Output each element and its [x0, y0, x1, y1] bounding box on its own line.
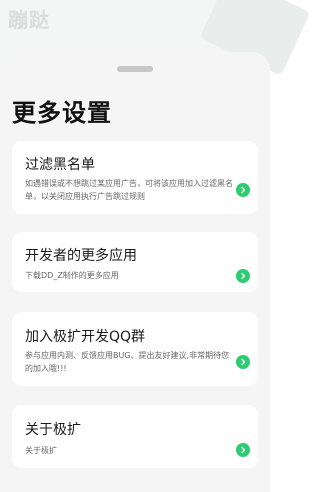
- card-description: 参与应用内测、反馈应用BUG、提出友好建议,非常期待您的加入哦!!!: [25, 351, 230, 373]
- card-join-qq-group[interactable]: 加入极扩开发QQ群 参与应用内测、反馈应用BUG、提出友好建议,非常期待您的加入…: [12, 312, 258, 386]
- card-title: 开发者的更多应用: [25, 248, 137, 264]
- card-about[interactable]: 关于极扩 关于极扩: [12, 405, 258, 468]
- card-description: 关于极扩: [25, 446, 57, 455]
- card-title: 过滤黑名单: [25, 157, 95, 173]
- page-title: 更多设置: [12, 99, 112, 127]
- app-title: 蹦跶: [8, 8, 50, 32]
- chevron-right-icon[interactable]: [236, 443, 250, 457]
- chevron-right-icon[interactable]: [236, 183, 250, 197]
- card-description: 下载DD_Z制作的更多应用: [25, 271, 119, 280]
- drag-handle[interactable]: [117, 66, 153, 72]
- card-title: 加入极扩开发QQ群: [25, 329, 146, 345]
- card-title: 关于极扩: [25, 422, 81, 438]
- card-description: 如遇错误或不想跳过某应用广告，可将该应用加入过滤黑名单，以关闭应用执行广告跳过规…: [25, 179, 233, 201]
- chevron-right-icon[interactable]: [236, 355, 250, 369]
- chevron-right-icon[interactable]: [236, 269, 250, 283]
- card-more-apps[interactable]: 开发者的更多应用 下载DD_Z制作的更多应用: [12, 232, 258, 292]
- card-filter-blacklist[interactable]: 过滤黑名单 如遇错误或不想跳过某应用广告，可将该应用加入过滤黑名单，以关闭应用执…: [12, 141, 258, 214]
